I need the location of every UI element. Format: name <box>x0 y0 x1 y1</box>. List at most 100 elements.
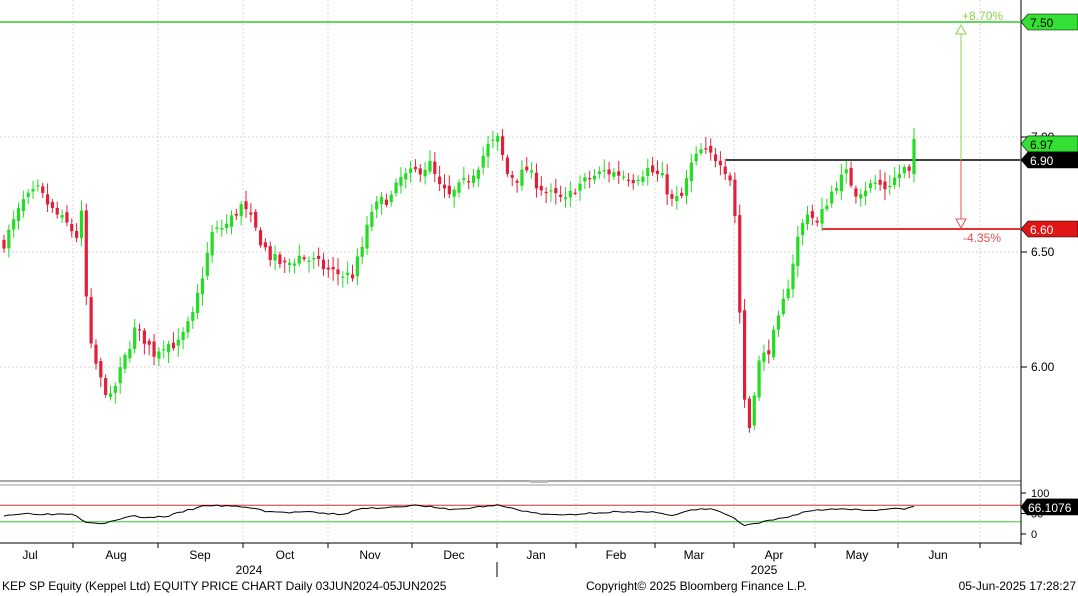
candle-up <box>60 215 64 218</box>
candle-up <box>360 246 364 257</box>
candle-up <box>912 138 916 175</box>
candle-up <box>888 186 892 188</box>
month-label: Apr <box>765 548 784 562</box>
candle-down <box>254 211 258 228</box>
candle-down <box>539 185 543 191</box>
candle-down <box>607 169 611 175</box>
candle-up <box>220 228 224 230</box>
candle-up <box>568 190 572 198</box>
candle-down <box>767 350 771 355</box>
candle-up <box>181 331 185 341</box>
target-price-tag: 7.50 <box>1020 13 1078 31</box>
candle-up <box>902 166 906 174</box>
candle-up <box>341 276 345 278</box>
candle-up <box>762 352 766 362</box>
candle-down <box>70 224 74 232</box>
candle-down <box>234 213 238 216</box>
candle-up <box>312 258 316 260</box>
candle-up <box>428 161 432 172</box>
candle-up <box>186 321 190 333</box>
chart-description: KEP SP Equity (Keppel Ltd) EQUITY PRICE … <box>2 579 447 593</box>
rsi-last-tag: 66.1076 <box>1020 498 1078 516</box>
candle-down <box>723 166 727 174</box>
candle-up <box>641 176 645 182</box>
price-chart: +8.70%-4.35% 7.006.506.007.506.976.906.6… <box>0 0 1078 577</box>
candle-down <box>418 168 422 175</box>
candle-down <box>137 329 142 331</box>
candle-down <box>713 154 718 162</box>
candle-down <box>152 341 156 357</box>
candlesticks <box>2 127 916 433</box>
month-label: Nov <box>359 548 380 562</box>
candle-down <box>883 181 887 190</box>
candle-down <box>244 201 248 210</box>
candle-up <box>394 182 398 194</box>
candle-down <box>878 179 882 185</box>
candle-up <box>786 288 790 298</box>
candle-up <box>834 187 839 191</box>
candle-down <box>718 160 722 166</box>
candle-up <box>157 351 161 359</box>
candle-down <box>442 184 447 189</box>
candle-up <box>491 139 495 141</box>
candle-down <box>41 186 45 193</box>
candle-down <box>467 181 471 183</box>
candle-down <box>278 254 282 264</box>
candle-up <box>859 194 863 199</box>
candle-down <box>249 212 253 215</box>
candle-down <box>573 192 577 194</box>
candle-down <box>525 166 529 171</box>
candle-down <box>147 340 151 345</box>
candle-down <box>670 194 674 199</box>
candle-up <box>476 169 480 179</box>
candle-up <box>133 327 137 349</box>
candle-up <box>757 360 761 398</box>
candle-up <box>462 177 466 180</box>
candle-up <box>520 169 524 186</box>
candle-up <box>162 349 166 351</box>
candle-down <box>907 166 911 171</box>
candle-up <box>486 143 490 157</box>
candle-up <box>200 278 205 295</box>
candle-down <box>617 171 621 176</box>
month-label: Aug <box>105 548 126 562</box>
candle-down <box>665 174 669 195</box>
candle-down <box>326 267 330 270</box>
candle-up <box>636 179 640 182</box>
last-price-tag-label: 6.97 <box>1030 138 1054 152</box>
candle-down <box>55 207 59 215</box>
copyright-text: Copyright© 2025 Bloomberg Finance L.P. <box>586 579 807 593</box>
candle-up <box>530 170 534 173</box>
candle-up <box>578 183 582 191</box>
candle-up <box>805 214 810 225</box>
target-price-tag-label: 7.50 <box>1030 16 1054 30</box>
candle-up <box>355 256 359 277</box>
candle-down <box>94 344 98 364</box>
candle-down <box>104 378 108 395</box>
candle-up <box>379 197 384 205</box>
candle-down <box>510 174 514 178</box>
candle-down <box>655 170 660 174</box>
candle-up <box>689 162 693 182</box>
candle-down <box>704 148 708 150</box>
candle-up <box>844 169 848 174</box>
candle-down <box>680 192 684 196</box>
rsi-panel <box>0 480 1021 527</box>
candle-up <box>399 176 403 186</box>
candle-up <box>205 252 209 276</box>
candle-up <box>370 211 374 227</box>
candle-down <box>331 266 335 270</box>
candle-up <box>646 167 650 177</box>
support-price-tag: 6.60 <box>1020 220 1078 238</box>
candle-down <box>544 191 548 194</box>
candle-down <box>75 231 79 238</box>
upside-arrow-head <box>955 23 967 35</box>
candle-down <box>733 179 737 216</box>
candle-up <box>457 182 461 193</box>
candle-down <box>515 180 519 183</box>
candle-up <box>801 223 805 236</box>
candle-down <box>171 342 176 349</box>
candle-up <box>191 311 195 321</box>
candle-down <box>500 136 505 155</box>
timestamp: 05-Jun-2025 17:28:27 <box>958 579 1076 593</box>
